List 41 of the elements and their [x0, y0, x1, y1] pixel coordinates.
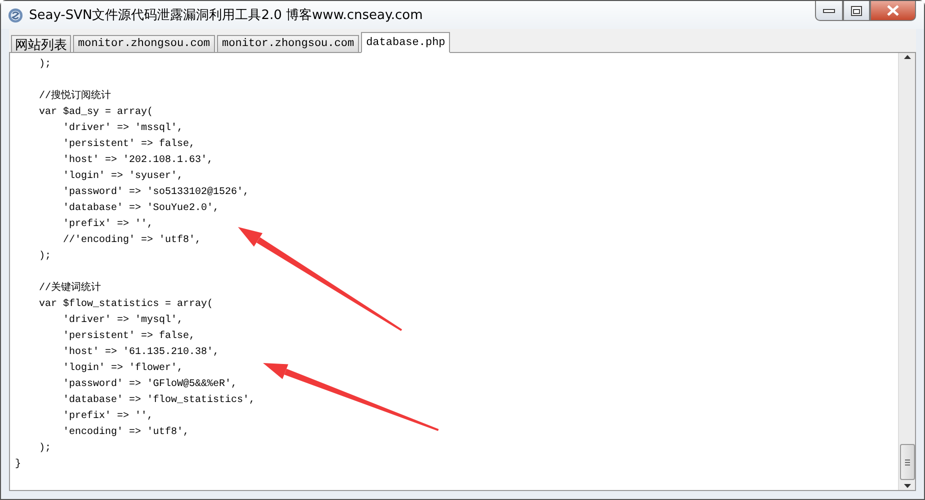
maximize-icon — [851, 6, 862, 16]
code-line: 'host' => '61.135.210.38', — [62, 346, 220, 360]
code-line: 'database' => 'flow_statistics', — [62, 394, 256, 408]
scroll-thumb[interactable] — [900, 444, 914, 480]
grip-icon — [904, 458, 910, 466]
code-line: //搜悦订阅统计 — [38, 89, 112, 104]
vertical-scrollbar[interactable] — [898, 53, 915, 490]
code-line: 'encoding' => 'utf8', — [62, 426, 190, 440]
code-line: //'encoding' => 'utf8', — [62, 234, 202, 248]
code-line: 'driver' => 'mysql', — [62, 314, 184, 328]
app-logo-icon — [8, 8, 23, 22]
maximize-button[interactable] — [843, 1, 870, 21]
code-line: } — [15, 458, 22, 472]
code-line: 'persistent' => false, — [62, 330, 196, 344]
code-line: 'persistent' => false, — [62, 138, 196, 152]
code-line: 'password' => 'GFloW@5&&%eR', — [62, 378, 238, 392]
close-icon — [886, 5, 900, 16]
code-line: var $flow_statistics = array( — [38, 298, 214, 312]
scroll-up-icon[interactable] — [904, 55, 910, 59]
code-line: 'password' => 'so5133102@1526', — [62, 186, 250, 200]
code-line: ); — [38, 58, 52, 72]
close-button[interactable] — [870, 1, 916, 21]
tab[interactable]: monitor.zhongsou.com — [73, 35, 216, 52]
code-line: 'login' => 'syuser', — [62, 170, 184, 184]
scroll-down-icon[interactable] — [904, 484, 910, 488]
minimize-button[interactable] — [815, 1, 843, 21]
code-line: ); — [38, 442, 52, 456]
code-line: 'prefix' => '', — [62, 410, 154, 424]
minimize-icon — [823, 8, 835, 14]
code-line: 'host' => '202.108.1.63', — [62, 154, 214, 168]
code-line: 'database' => 'SouYue2.0', — [62, 202, 220, 216]
code-line: ); — [38, 250, 52, 264]
window-title: Seay-SVN文件源代码泄露漏洞利用工具2.0 博客www.cnseay.com — [29, 7, 424, 24]
code-line: //关键词统计 — [38, 281, 102, 296]
code-line: 'prefix' => '', — [62, 218, 154, 232]
code-line: var $ad_sy = array( — [38, 106, 154, 120]
code-line: 'login' => 'flower', — [62, 362, 184, 376]
tab[interactable]: database.php — [361, 32, 450, 53]
tab[interactable]: 网站列表 — [11, 35, 71, 52]
code-line: 'driver' => 'mssql', — [62, 122, 184, 136]
tab[interactable]: monitor.zhongsou.com — [217, 35, 360, 52]
